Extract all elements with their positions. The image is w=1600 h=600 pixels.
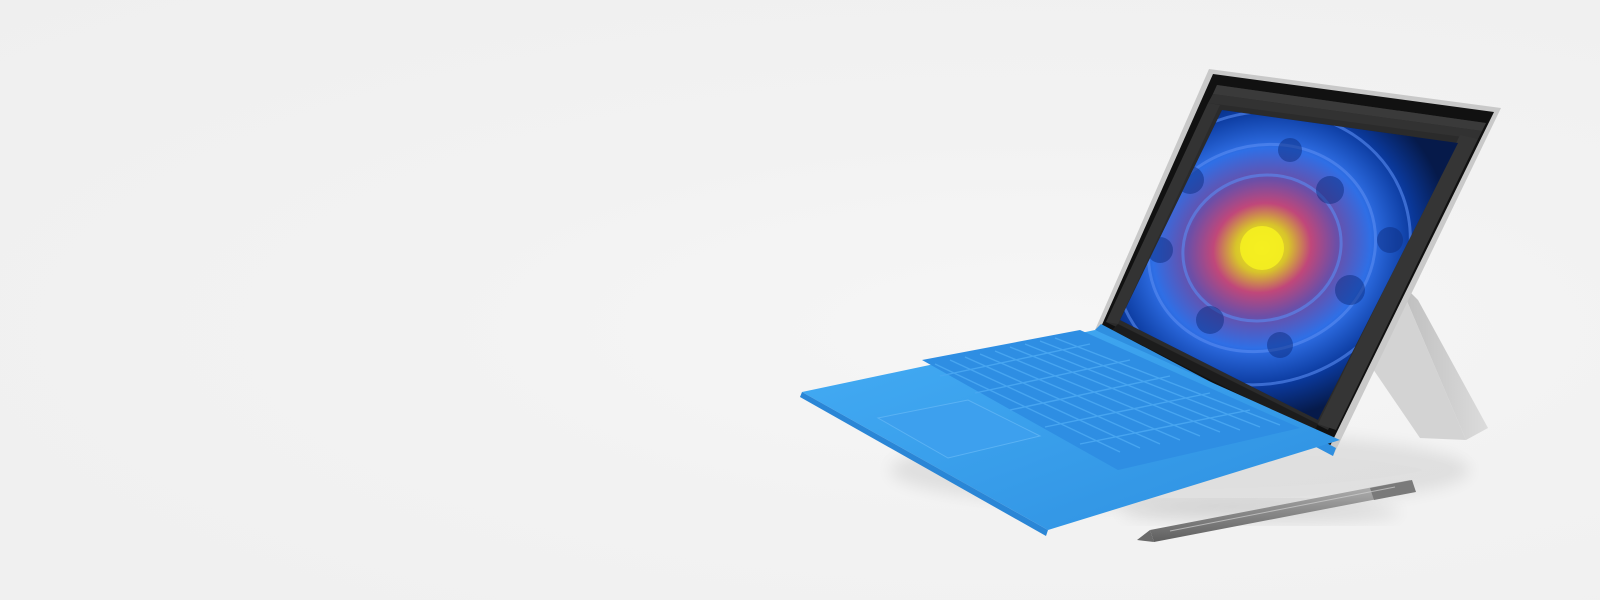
hero-banner [0, 0, 1600, 600]
product-illustration [800, 69, 1501, 542]
